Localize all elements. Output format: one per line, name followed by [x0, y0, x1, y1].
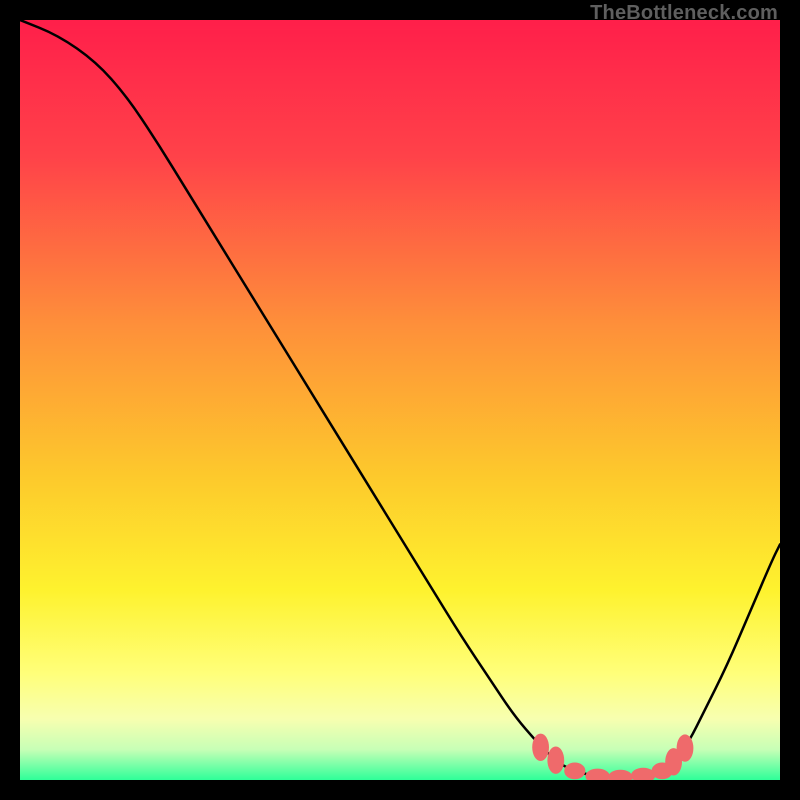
- curve-marker: [532, 734, 549, 761]
- curve-marker: [585, 769, 609, 780]
- curve-markers: [532, 734, 693, 780]
- chart-svg: [20, 20, 780, 780]
- curve-marker: [564, 763, 585, 780]
- watermark-text: TheBottleneck.com: [590, 2, 778, 25]
- chart-frame: TheBottleneck.com: [0, 0, 800, 800]
- bottleneck-curve: [20, 20, 780, 777]
- curve-marker: [608, 770, 632, 780]
- plot-area: [20, 20, 780, 780]
- curve-marker: [547, 747, 564, 774]
- curve-marker: [677, 734, 694, 761]
